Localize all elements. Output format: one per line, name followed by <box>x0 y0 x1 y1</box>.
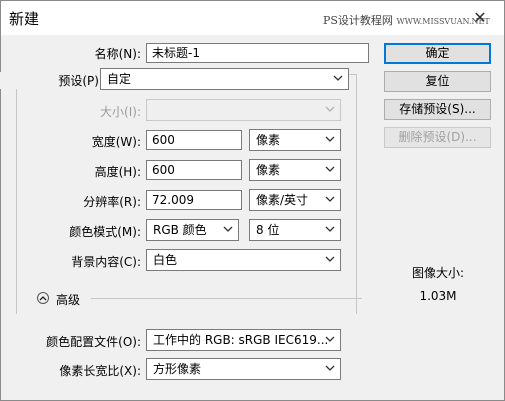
ok-button[interactable]: 确定 <box>384 43 491 64</box>
width-label: 宽度(W): <box>91 135 141 149</box>
resolution-input[interactable]: 72.009 <box>146 190 242 210</box>
color-mode-value: RGB 颜色 <box>153 223 207 237</box>
width-unit-value: 像素 <box>256 133 281 147</box>
height-input[interactable]: 600 <box>146 160 242 180</box>
bit-depth-value: 8 位 <box>256 223 280 237</box>
image-size-label: 图像大小: <box>411 266 465 280</box>
color-mode-label: 颜色模式(M): <box>69 225 141 239</box>
background-label: 背景内容(C): <box>71 255 141 269</box>
pixel-aspect-dropdown[interactable]: 方形像素 <box>146 358 341 380</box>
preset-dropdown[interactable]: 自定 <box>100 68 349 90</box>
size-label: 大小(I): <box>100 105 141 119</box>
preset-label: 预设(P): <box>0 72 103 89</box>
reset-button[interactable]: 复位 <box>384 71 491 92</box>
chevron-down-icon <box>325 224 335 234</box>
resolution-unit-dropdown[interactable]: 像素/英寸 <box>249 189 341 211</box>
advanced-toggle[interactable] <box>37 292 49 304</box>
chevron-down-icon <box>325 334 335 344</box>
size-dropdown <box>146 99 341 121</box>
advanced-label[interactable]: 高级 <box>56 291 80 308</box>
height-unit-dropdown[interactable]: 像素 <box>249 159 341 181</box>
color-profile-value: 工作中的 RGB: sRGB IEC619... <box>153 333 329 347</box>
chevron-down-icon <box>223 224 233 234</box>
dialog-title: 新建 <box>9 10 40 28</box>
chevron-down-icon <box>333 73 343 83</box>
height-label: 高度(H): <box>94 165 141 179</box>
resolution-unit-value: 像素/英寸 <box>256 193 309 207</box>
pixel-aspect-label: 像素长宽比(X): <box>59 364 141 378</box>
name-label: 名称(N): <box>94 47 141 61</box>
preset-value: 自定 <box>107 72 132 86</box>
chevron-up-icon <box>39 296 47 301</box>
chevron-down-icon <box>325 363 335 373</box>
chevron-down-icon <box>325 164 335 174</box>
new-document-dialog: 新建 PS设计教程网 WWW.MISSVUAN.NET ✕ 名称(N): 未标题… <box>0 0 505 401</box>
save-preset-button[interactable]: 存储预设(S)... <box>384 99 491 120</box>
bit-depth-dropdown[interactable]: 8 位 <box>249 219 341 241</box>
image-size-value: 1.03M <box>419 289 457 303</box>
chevron-down-icon <box>325 134 335 144</box>
width-unit-dropdown[interactable]: 像素 <box>249 129 341 151</box>
color-mode-dropdown[interactable]: RGB 颜色 <box>146 219 239 241</box>
advanced-divider <box>91 298 362 299</box>
background-value: 白色 <box>153 253 178 267</box>
chevron-down-icon <box>325 104 335 114</box>
watermark-main: PS设计教程网 <box>323 14 393 27</box>
name-input[interactable]: 未标题-1 <box>146 43 369 63</box>
height-unit-value: 像素 <box>256 163 281 177</box>
title-bar: 新建 PS设计教程网 WWW.MISSVUAN.NET ✕ <box>1 1 504 35</box>
color-profile-dropdown[interactable]: 工作中的 RGB: sRGB IEC619... <box>146 329 341 351</box>
chevron-down-icon <box>325 254 335 264</box>
close-icon[interactable]: ✕ <box>471 9 489 27</box>
pixel-aspect-value: 方形像素 <box>153 362 202 376</box>
resolution-label: 分辨率(R): <box>83 195 141 209</box>
watermark: PS设计教程网 WWW.MISSVUAN.NET <box>323 12 490 28</box>
chevron-down-icon <box>325 194 335 204</box>
width-input[interactable]: 600 <box>146 130 242 150</box>
color-profile-label: 颜色配置文件(O): <box>46 335 141 349</box>
delete-preset-button: 删除预设(D)... <box>384 127 491 148</box>
background-dropdown[interactable]: 白色 <box>146 249 341 271</box>
